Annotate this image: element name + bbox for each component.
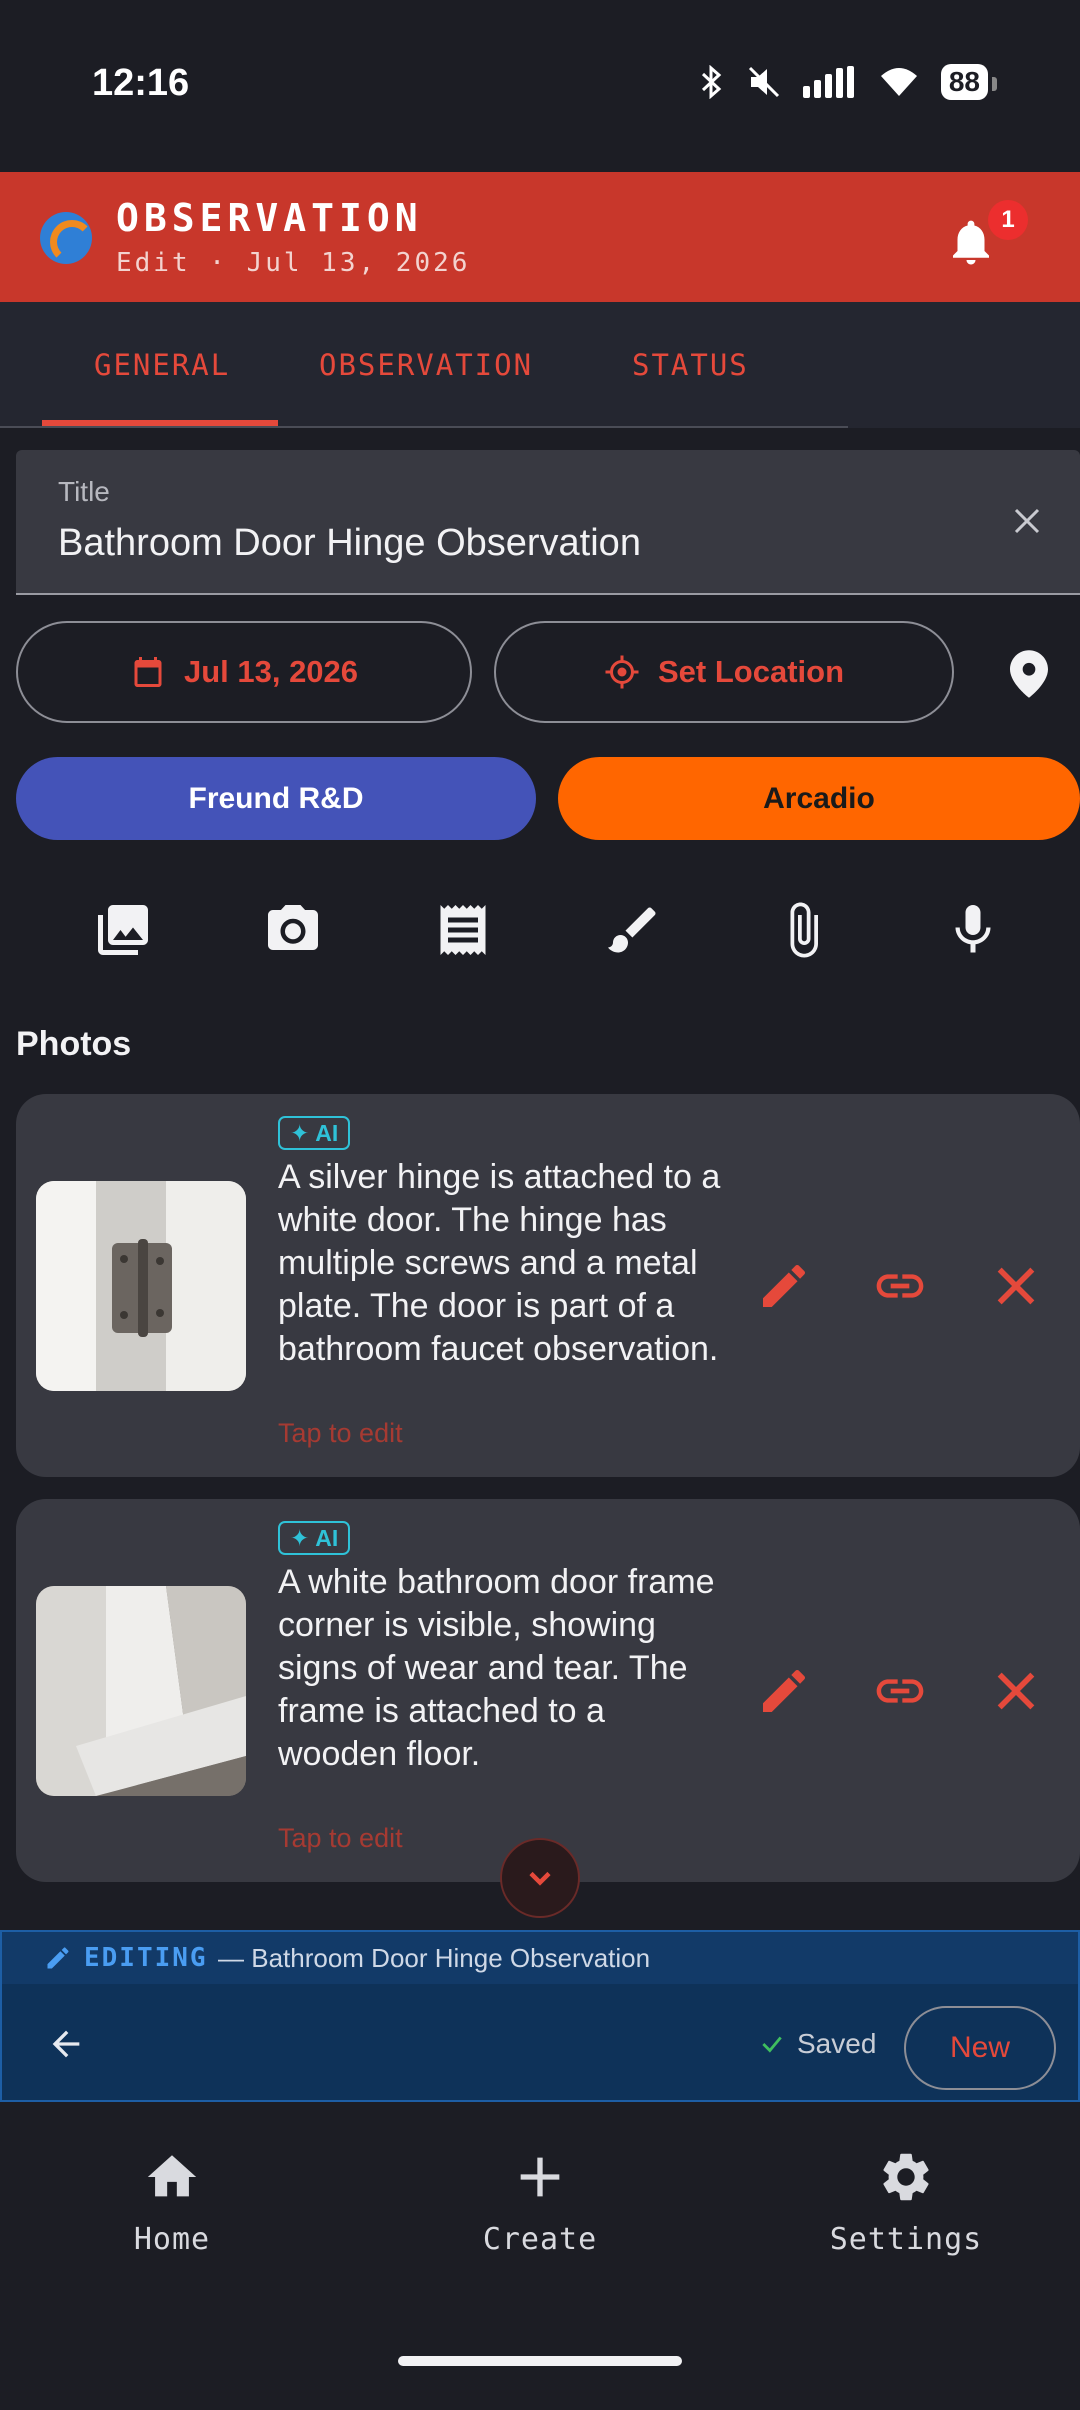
- status-bar: 12:16 88: [0, 0, 1080, 172]
- tab-observation[interactable]: OBSERVATION: [319, 348, 533, 382]
- gps-icon: [605, 655, 639, 689]
- location-label: Set Location: [657, 654, 844, 689]
- mute-icon: [748, 66, 779, 98]
- new-button[interactable]: New: [904, 2006, 1056, 2090]
- saved-status: Saved: [759, 2028, 876, 2060]
- ai-badge: ✦ AI: [278, 1116, 351, 1150]
- app-logo: [40, 212, 92, 264]
- editing-bar: EDITING — Bathroom Door Hinge Observatio…: [0, 1930, 1080, 2102]
- set-location-button[interactable]: Set Location: [494, 621, 954, 723]
- tab-bar: GENERAL OBSERVATION STATUS: [0, 302, 1080, 428]
- tap-to-edit-hint[interactable]: Tap to edit: [278, 1418, 403, 1449]
- date-label: Jul 13, 2026: [183, 654, 359, 689]
- page-title: OBSERVATION: [116, 196, 423, 240]
- notification-badge: 1: [988, 200, 1028, 240]
- photo-card[interactable]: ✦ AI A silver hinge is attached to a whit…: [16, 1094, 1080, 1477]
- battery-icon: 88: [940, 64, 998, 100]
- title-input[interactable]: Bathroom Door Hinge Observation: [58, 522, 641, 565]
- tap-to-edit-hint[interactable]: Tap to edit: [278, 1823, 403, 1854]
- wifi-icon: [880, 68, 917, 96]
- scroll-down-button[interactable]: [500, 1838, 580, 1918]
- photo-thumbnail-frame[interactable]: [36, 1586, 246, 1796]
- title-field[interactable]: Title Bathroom Door Hinge Observation: [16, 450, 1080, 595]
- attachment-icon[interactable]: [773, 900, 833, 960]
- photo-card[interactable]: ✦ AI A white bathroom door frame corner i…: [16, 1499, 1080, 1882]
- editing-tag: EDITING: [84, 1943, 208, 1973]
- brush-icon[interactable]: [603, 900, 663, 960]
- nav-settings-label: Settings: [829, 2222, 983, 2257]
- date-button[interactable]: Jul 13, 2026: [16, 621, 472, 723]
- title-field-label: Title: [58, 476, 110, 507]
- home-icon: [147, 2155, 197, 2197]
- photo-caption[interactable]: A white bathroom door frame corner is vi…: [278, 1561, 728, 1776]
- nav-create[interactable]: Create: [430, 2148, 650, 2257]
- calendar-icon: [134, 657, 162, 687]
- link-icon[interactable]: [872, 1258, 928, 1314]
- editing-record-name: — Bathroom Door Hinge Observation: [218, 1943, 651, 1973]
- edit-icon[interactable]: [756, 1258, 812, 1314]
- app-header: OBSERVATION Edit · Jul 13, 2026 1: [0, 172, 1080, 302]
- signal-icon: [802, 66, 854, 98]
- nav-create-label: Create: [482, 2222, 598, 2257]
- gear-icon: [883, 2153, 929, 2201]
- delete-icon[interactable]: [988, 1663, 1044, 1719]
- close-icon[interactable]: [1012, 506, 1042, 536]
- tab-general[interactable]: GENERAL: [94, 348, 230, 382]
- plus-icon: [520, 2157, 560, 2197]
- back-arrow-icon[interactable]: [46, 2024, 86, 2064]
- gallery-icon[interactable]: [93, 900, 153, 960]
- status-icons: 88: [699, 64, 998, 100]
- ai-badge: ✦ AI: [278, 1521, 351, 1555]
- sparkle-icon: ✦: [290, 1524, 310, 1551]
- camera-icon[interactable]: [263, 900, 323, 960]
- photos-section-title: Photos: [16, 1025, 132, 1063]
- microphone-icon[interactable]: [943, 900, 1003, 960]
- tab-status[interactable]: STATUS: [632, 348, 749, 382]
- nav-home-label: Home: [133, 2222, 211, 2257]
- photo-caption[interactable]: A silver hinge is attached to a white do…: [278, 1156, 728, 1371]
- tag-freund-rd[interactable]: Freund R&D: [16, 757, 536, 840]
- delete-icon[interactable]: [988, 1258, 1044, 1314]
- chevron-down-icon: [529, 1871, 551, 1886]
- ai-badge-label: AI: [315, 1119, 339, 1146]
- sparkle-icon: ✦: [290, 1119, 310, 1146]
- home-indicator[interactable]: [398, 2356, 682, 2366]
- bluetooth-icon: [701, 65, 722, 99]
- ai-badge-label: AI: [315, 1524, 339, 1551]
- bottom-navigation: Home Create Settings: [0, 2104, 1080, 2410]
- tag-arcadio[interactable]: Arcadio: [558, 757, 1080, 840]
- map-pin-icon[interactable]: [1010, 650, 1048, 698]
- page-subtitle: Edit · Jul 13, 2026: [116, 248, 471, 278]
- pencil-icon: [47, 1947, 69, 1969]
- tab-divider: [0, 426, 848, 428]
- photo-thumbnail-hinge[interactable]: [36, 1181, 246, 1391]
- link-icon[interactable]: [872, 1663, 928, 1719]
- receipt-icon[interactable]: [433, 900, 493, 960]
- status-time: 12:16: [92, 62, 190, 104]
- editing-banner: EDITING — Bathroom Door Hinge Observatio…: [2, 1932, 1078, 1984]
- check-icon: [762, 2036, 782, 2053]
- nav-settings[interactable]: Settings: [796, 2148, 1016, 2257]
- saved-label: Saved: [797, 2028, 877, 2059]
- edit-icon[interactable]: [756, 1663, 812, 1719]
- nav-home[interactable]: Home: [62, 2148, 282, 2257]
